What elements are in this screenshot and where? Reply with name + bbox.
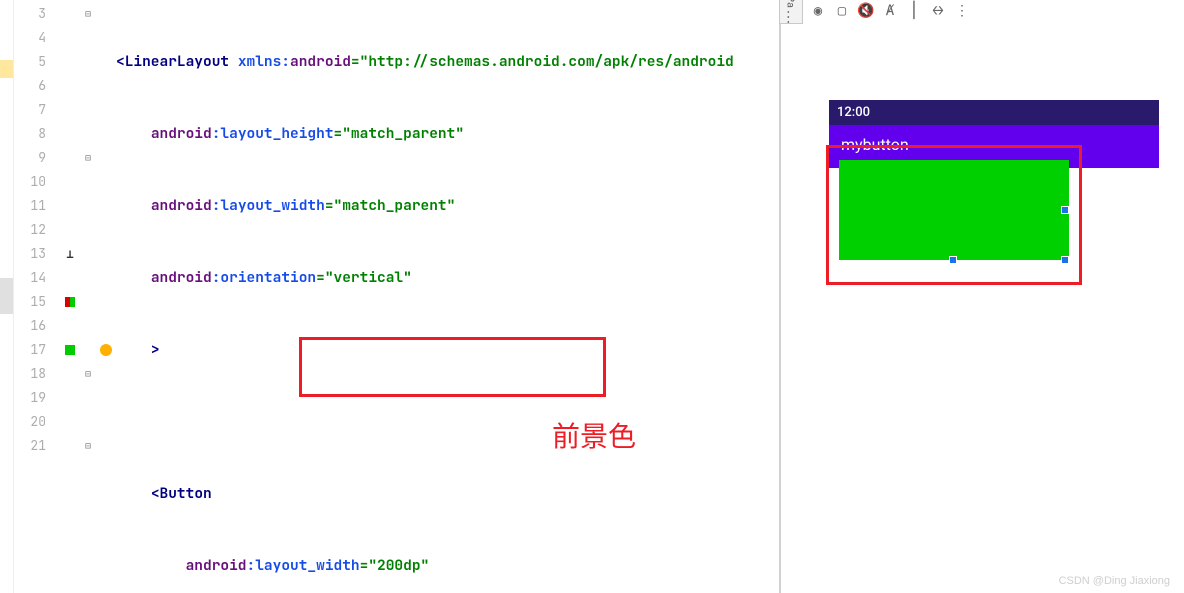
- preview-toolbar: ◉ ▢ 🔇 Ⱥ │ ↔ ⋮: [803, 0, 977, 22]
- xml-value: "200dp": [368, 556, 429, 575]
- selection-handle[interactable]: [1061, 206, 1069, 214]
- fold-gutter: ⊟ ⊟ ⊟⊟: [80, 0, 96, 593]
- watermark-text: CSDN @Ding Jiaxiong: [1059, 575, 1170, 587]
- code-text-area[interactable]: <LinearLayout xmlns:android="http://sche…: [116, 0, 779, 593]
- pan-icon[interactable]: ↔: [929, 2, 947, 20]
- separator: │: [905, 2, 923, 20]
- xml-tag: Button: [160, 484, 212, 503]
- code-editor-pane: 3456789 10111213141516 1718192021 ⊟ ⊟ ⊟⊟…: [0, 0, 780, 593]
- xml-value: "vertical": [325, 268, 412, 287]
- device-appbar: mybutton: [829, 125, 1159, 162]
- intention-gutter: [96, 0, 116, 593]
- layout-preview-pane: Pa... ◉ ▢ 🔇 Ⱥ │ ↔ ⋮ 12:00 mybutton CSDN …: [780, 0, 1184, 593]
- app-title: mybutton: [841, 135, 909, 154]
- xml-attr: :layout_height: [212, 124, 334, 143]
- color-swatch-icon[interactable]: [65, 297, 75, 307]
- gutter-icon-strip: [60, 0, 80, 593]
- xml-ns: android: [151, 124, 212, 143]
- color-swatch-icon[interactable]: [65, 345, 75, 355]
- xml-bracket: <: [151, 484, 160, 503]
- line-number-gutter: 3456789 10111213141516 1718192021: [14, 0, 60, 593]
- change-mark: [0, 60, 13, 78]
- xml-attr: :layout_width: [247, 556, 360, 575]
- xml-eq: =: [351, 52, 360, 71]
- change-mark: [0, 278, 13, 314]
- selection-handle[interactable]: [1061, 256, 1069, 264]
- xml-tag: LinearLayout: [125, 52, 229, 71]
- xml-value: "match_parent": [334, 196, 456, 215]
- eye-icon[interactable]: ◉: [809, 2, 827, 20]
- xml-eq: =: [325, 196, 334, 215]
- xml-eq: =: [334, 124, 343, 143]
- preview-button-widget[interactable]: [839, 160, 1069, 260]
- xml-ns: android: [186, 556, 247, 575]
- override-icon[interactable]: Ⱥ: [881, 2, 899, 20]
- xml-value: "match_parent": [342, 124, 464, 143]
- status-time: 12:00: [837, 105, 870, 120]
- xml-attr: :layout_width: [212, 196, 325, 215]
- device-statusbar: 12:00: [829, 100, 1159, 125]
- change-track-strip: [0, 0, 14, 593]
- palette-tab[interactable]: Pa...: [779, 0, 803, 24]
- intention-bulb-icon[interactable]: [100, 344, 112, 356]
- xml-eq: =: [316, 268, 325, 287]
- selection-handle[interactable]: [949, 256, 957, 264]
- annotation-label: 前景色: [552, 425, 636, 449]
- viewport-icon[interactable]: ▢: [833, 2, 851, 20]
- mute-icon[interactable]: 🔇: [857, 2, 875, 20]
- accessibility-icon: [66, 242, 73, 266]
- xml-ns: android: [290, 52, 351, 71]
- device-preview[interactable]: 12:00 mybutton: [829, 100, 1159, 168]
- xml-attr: :orientation: [212, 268, 316, 287]
- xml-bracket: <: [116, 52, 125, 71]
- xml-ns: android: [151, 196, 212, 215]
- overflow-menu-icon[interactable]: ⋮: [953, 2, 971, 20]
- xml-ns: android: [151, 268, 212, 287]
- xml-bracket: >: [151, 340, 160, 359]
- xml-attr: xmlns:: [238, 52, 290, 71]
- xml-value: "http://schemas.android.com/apk/res/andr…: [360, 52, 734, 71]
